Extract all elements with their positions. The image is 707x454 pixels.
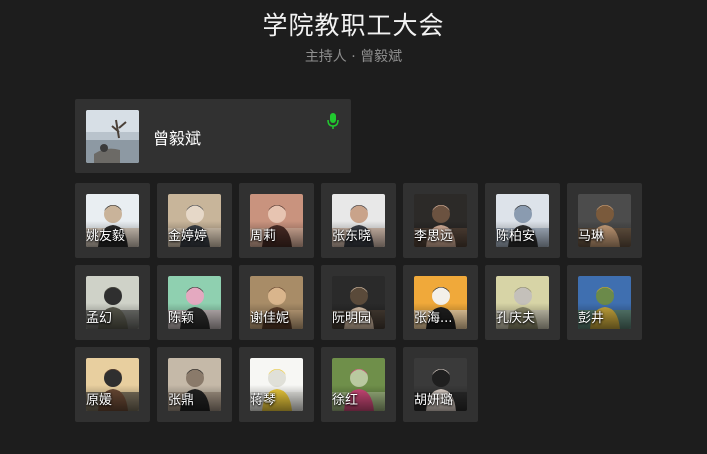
participant-name: 马琳: [578, 229, 605, 244]
participant-name: 张鼎: [168, 393, 195, 408]
participant-name: 陈颖: [168, 311, 195, 326]
participant-tile[interactable]: 彭井: [567, 265, 642, 340]
host-avatar-image: [86, 110, 139, 163]
participant-tile[interactable]: 阮明园: [321, 265, 396, 340]
participant-name: 孟幻: [86, 311, 113, 326]
participant-tile[interactable]: 张东晓: [321, 183, 396, 258]
participant-tile[interactable]: 陈柏安: [485, 183, 560, 258]
meeting-screen: 学院教职工大会 主持人 · 曾毅斌 曾毅斌 姚友毅 金婷婷 周莉 张东晓 李思远 陈柏安 马…: [0, 0, 707, 454]
participant-name: 徐红: [332, 393, 359, 408]
host-name: 曾毅斌: [153, 129, 202, 148]
participant-name: 张东晓: [332, 229, 372, 244]
participant-tile[interactable]: 陈颖: [157, 265, 232, 340]
microphone-icon[interactable]: [327, 113, 339, 130]
participant-tile[interactable]: 孟幻: [75, 265, 150, 340]
participant-name: 周莉: [250, 229, 277, 244]
participant-tile[interactable]: 孔庆夫: [485, 265, 560, 340]
participant-name: 胡妍璐: [414, 393, 454, 408]
host-card[interactable]: 曾毅斌: [75, 99, 351, 173]
participant-name: 金婷婷: [168, 229, 208, 244]
participant-name: 张海...: [414, 311, 453, 326]
participant-tile[interactable]: 徐红: [321, 347, 396, 422]
participant-name: 谢佳妮: [250, 311, 290, 326]
participant-name: 姚友毅: [86, 229, 126, 244]
participant-tile[interactable]: 张海...: [403, 265, 478, 340]
participant-tile[interactable]: 张鼎: [157, 347, 232, 422]
participant-tile[interactable]: 金婷婷: [157, 183, 232, 258]
participant-name: 李思远: [414, 229, 454, 244]
participant-name: 蒋琴: [250, 393, 277, 408]
participant-tile[interactable]: 蒋琴: [239, 347, 314, 422]
participant-tile[interactable]: 原媛: [75, 347, 150, 422]
participant-tile[interactable]: 周莉: [239, 183, 314, 258]
participant-name: 彭井: [578, 311, 605, 326]
meeting-title: 学院教职工大会: [262, 11, 445, 40]
host-avatar[interactable]: [86, 110, 139, 163]
participant-name: 孔庆夫: [496, 311, 536, 326]
participant-tile[interactable]: 李思远: [403, 183, 478, 258]
participant-name: 陈柏安: [496, 229, 536, 244]
participant-tile[interactable]: 胡妍璐: [403, 347, 478, 422]
participant-name: 原媛: [86, 393, 113, 408]
participant-tile[interactable]: 姚友毅: [75, 183, 150, 258]
host-line: 主持人 · 曾毅斌: [304, 49, 403, 65]
participant-tile[interactable]: 谢佳妮: [239, 265, 314, 340]
participant-tile[interactable]: 马琳: [567, 183, 642, 258]
participant-name: 阮明园: [332, 311, 372, 326]
